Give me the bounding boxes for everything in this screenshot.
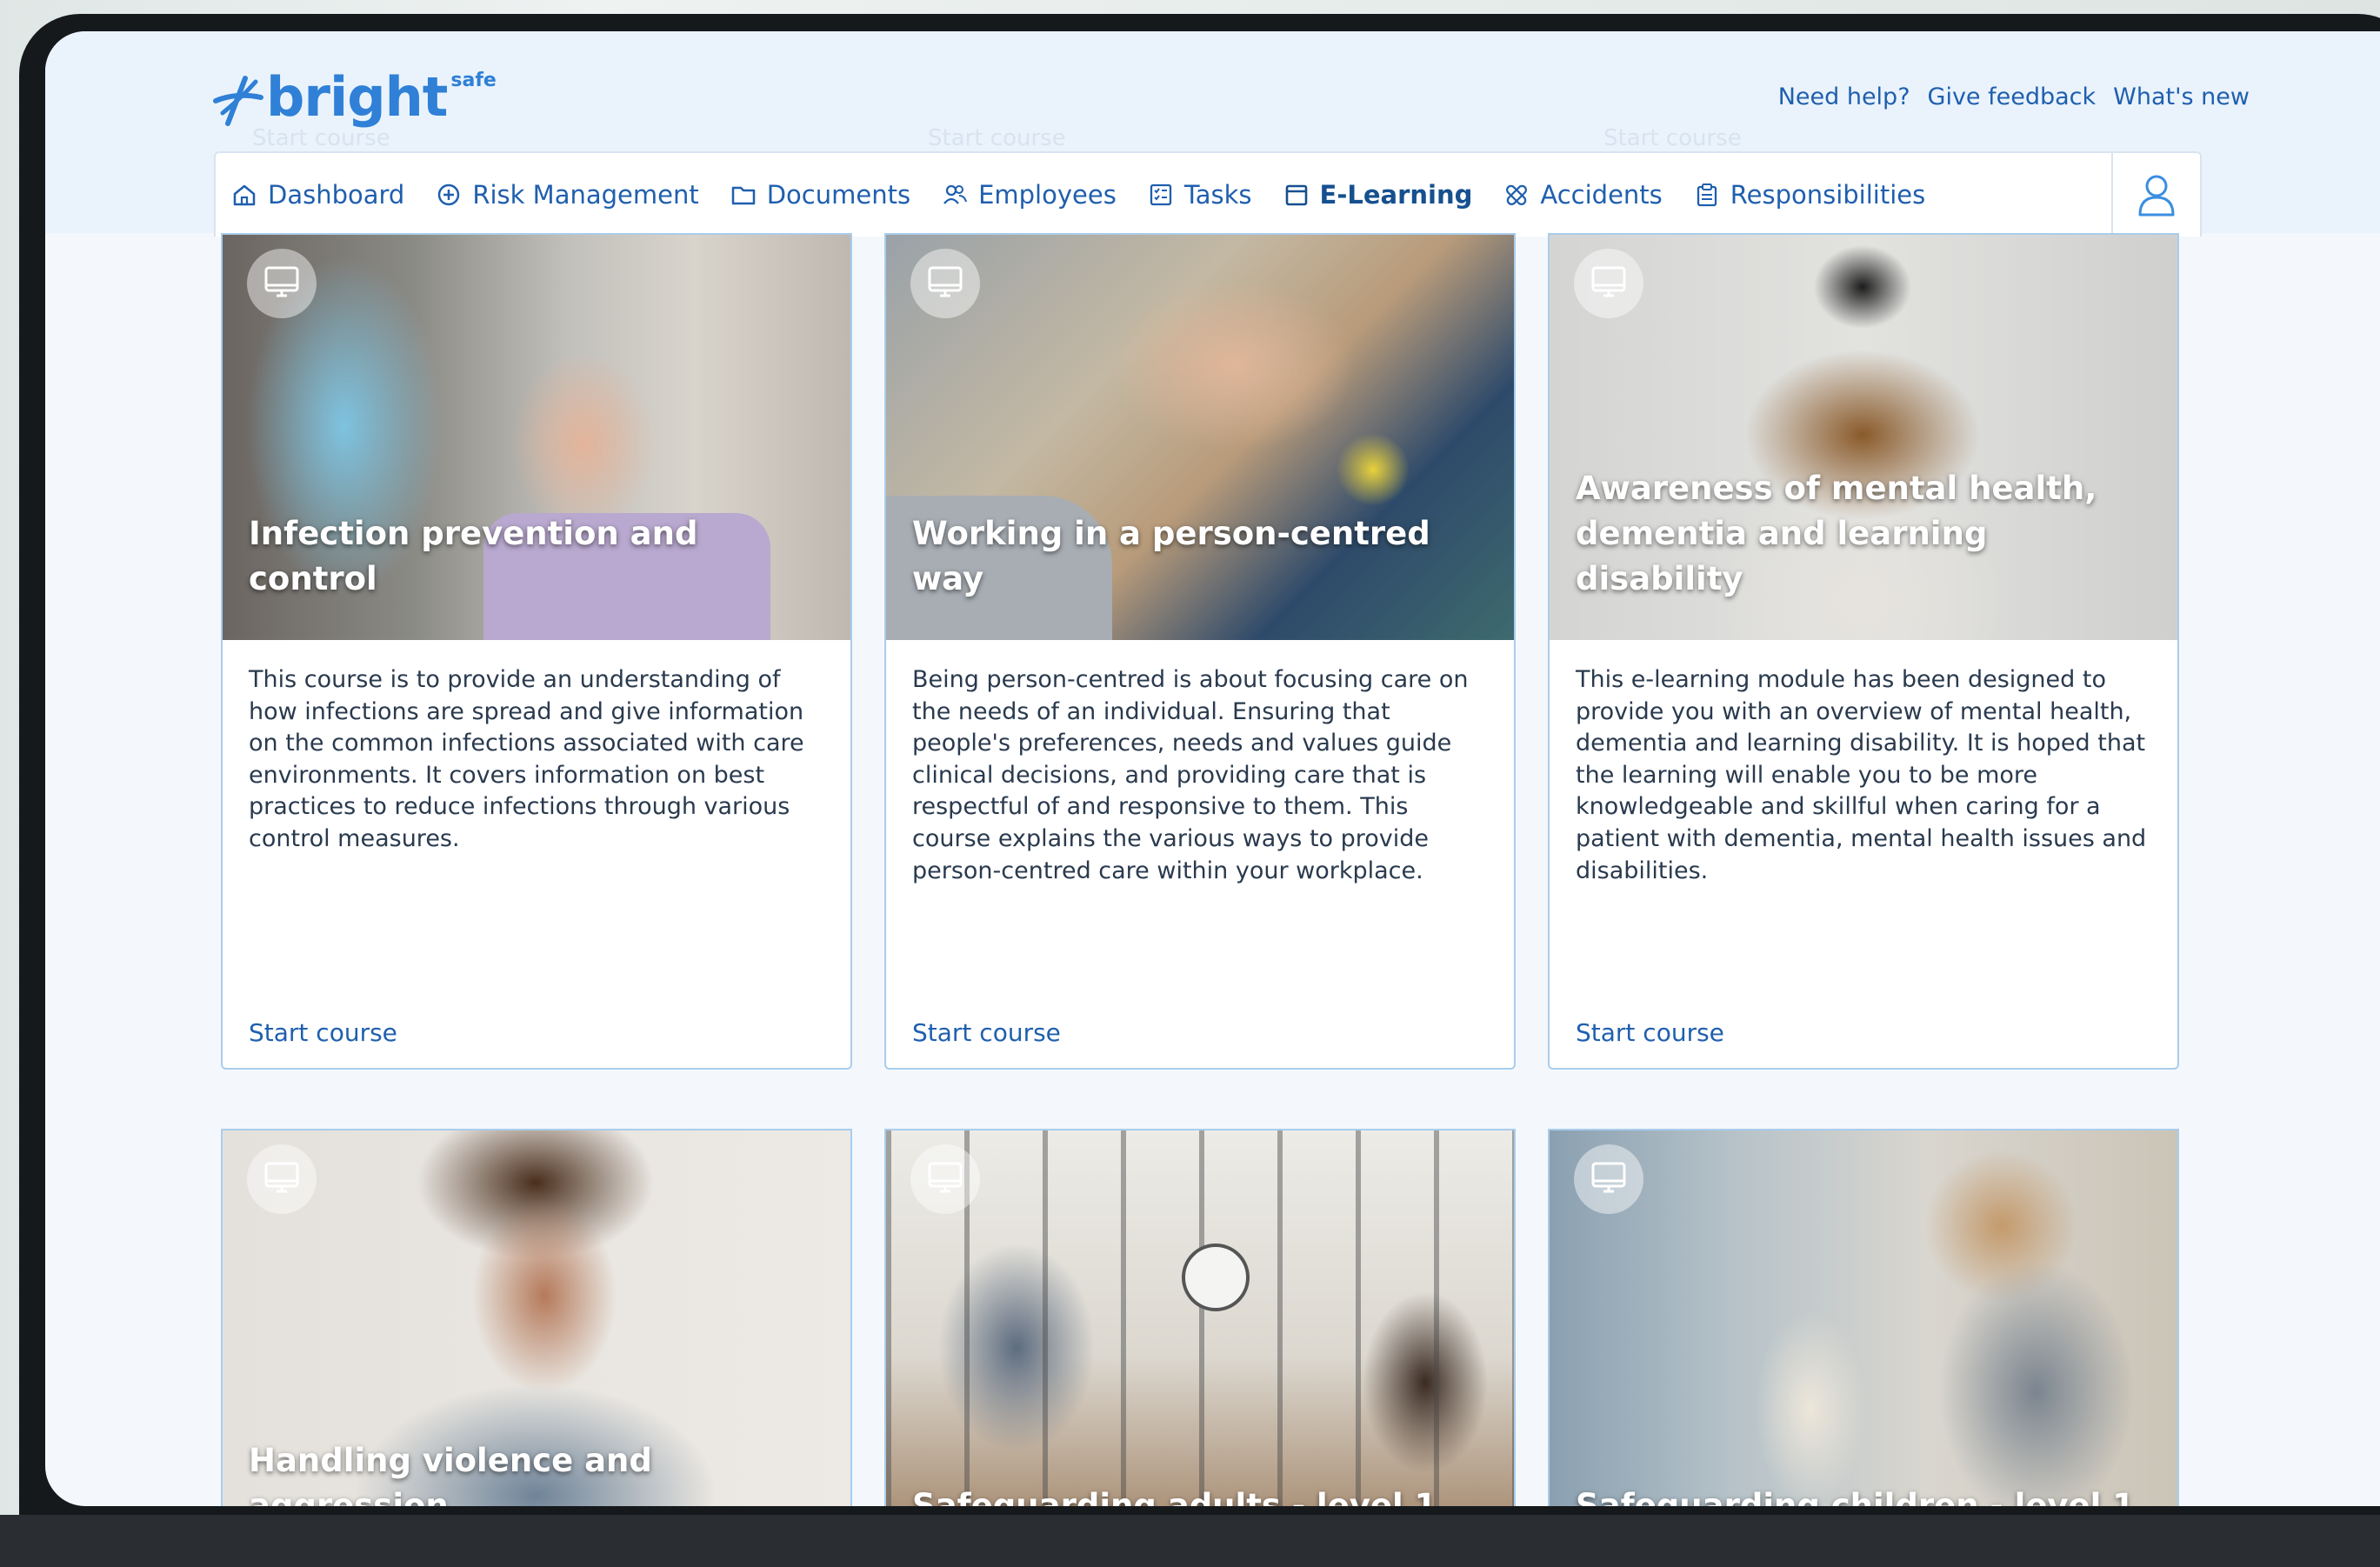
- computer-icon: [928, 1162, 963, 1193]
- nav-item-employees[interactable]: Employees: [926, 153, 1132, 237]
- computer-icon: [264, 1162, 299, 1193]
- course-card[interactable]: Safeguarding children - level 1: [1548, 1129, 2179, 1506]
- give-feedback-link[interactable]: Give feedback: [1928, 83, 2097, 110]
- start-course-link[interactable]: Start course: [1576, 1018, 1724, 1047]
- ghost-label: Start course: [1603, 125, 1742, 151]
- home-icon: [233, 184, 256, 206]
- computer-badge: [247, 1144, 317, 1214]
- computer-badge: [1574, 249, 1643, 318]
- nav-label: Employees: [978, 180, 1117, 210]
- computer-badge: [247, 249, 317, 318]
- course-card[interactable]: Safeguarding adults - level 1: [884, 1129, 1516, 1506]
- brand-name: bright: [266, 65, 448, 129]
- nav-item-documents[interactable]: Documents: [715, 153, 926, 237]
- nav-label: Tasks: [1183, 180, 1252, 210]
- nav-item-dashboard[interactable]: Dashboard: [216, 153, 420, 237]
- course-image-infection-prevention: Infection prevention and control: [223, 235, 850, 640]
- course-image-person-centred: Working in a person-centred way: [886, 235, 1514, 640]
- nav-item-e-learning[interactable]: E-Learning: [1267, 153, 1489, 238]
- course-title: Awareness of mental health, dementia and…: [1576, 470, 2097, 597]
- course-description: Being person-centred is about focusing c…: [912, 666, 1469, 884]
- course-card[interactable]: Handling violence and aggression: [221, 1129, 852, 1506]
- top-links: Need help? Give feedback What's new: [1778, 83, 2250, 110]
- nav-label: Responsibilities: [1730, 180, 1926, 210]
- brand-superscript: safe: [450, 70, 497, 91]
- computer-icon: [1591, 1162, 1626, 1193]
- course-image-mental-health: Awareness of mental health, dementia and…: [1550, 235, 2177, 640]
- course-card[interactable]: Infection prevention and control This co…: [221, 233, 852, 1070]
- course-description: This course is to provide an understandi…: [249, 666, 804, 852]
- start-course-link[interactable]: Start course: [249, 1018, 397, 1047]
- nav-label: Documents: [766, 180, 911, 210]
- computer-icon: [264, 266, 299, 297]
- people-icon: [943, 184, 968, 204]
- calendar-book-icon: [1285, 184, 1307, 206]
- wall-clock: [1182, 1244, 1250, 1311]
- nav-label: Dashboard: [268, 180, 405, 210]
- course-title: Safeguarding children - level 1: [1576, 1487, 2135, 1506]
- nav-item-responsibilities[interactable]: Responsibilities: [1678, 153, 1941, 237]
- clipboard-icon: [1697, 183, 1717, 207]
- course-title: Safeguarding adults - level 1: [912, 1487, 1437, 1506]
- user-icon: [2138, 175, 2175, 217]
- bright-logo-icon: [213, 76, 263, 126]
- course-image-safeguarding-children: Safeguarding children - level 1: [1550, 1130, 2177, 1506]
- computer-icon: [928, 266, 963, 297]
- nav-item-accidents[interactable]: Accidents: [1488, 153, 1677, 237]
- plus-circle-icon: [438, 183, 460, 206]
- course-title: Handling violence and aggression: [249, 1442, 652, 1506]
- whats-new-link[interactable]: What's new: [2113, 83, 2250, 110]
- device-bezel-bottom: [0, 1515, 2380, 1567]
- course-title: Working in a person-centred way: [912, 515, 1430, 597]
- header: Start course Start course Start course b…: [45, 31, 2380, 238]
- computer-badge: [910, 1144, 980, 1214]
- course-description: This e-learning module has been designed…: [1576, 666, 2147, 884]
- computer-badge: [1574, 1144, 1643, 1214]
- ghost-label: Start course: [928, 125, 1066, 151]
- nav-label: Accidents: [1540, 180, 1663, 210]
- checklist-icon: [1150, 183, 1171, 206]
- brand-logo[interactable]: bright safe: [210, 63, 497, 132]
- app-screen: Start course Start course Start course b…: [45, 31, 2380, 1506]
- computer-icon: [1591, 266, 1626, 297]
- start-course-link[interactable]: Start course: [912, 1018, 1061, 1047]
- nav-item-risk-management[interactable]: Risk Management: [420, 153, 714, 237]
- course-card[interactable]: Awareness of mental health, dementia and…: [1548, 233, 2179, 1070]
- nav-label: E-Learning: [1319, 180, 1473, 210]
- nav-label: Risk Management: [472, 180, 699, 210]
- course-title: Infection prevention and control: [249, 515, 698, 597]
- user-menu-button[interactable]: [2111, 153, 2200, 237]
- need-help-link[interactable]: Need help?: [1778, 83, 1910, 110]
- nav-item-tasks[interactable]: Tasks: [1132, 153, 1268, 237]
- course-image-violence-aggression: Handling violence and aggression: [223, 1130, 850, 1506]
- main-nav: Dashboard Risk Management Documents Empl…: [214, 151, 2202, 238]
- course-card[interactable]: Working in a person-centred way Being pe…: [884, 233, 1516, 1070]
- folder-icon: [731, 186, 755, 205]
- bandage-icon: [1506, 184, 1528, 205]
- computer-badge: [910, 249, 980, 318]
- course-image-safeguarding-adults: Safeguarding adults - level 1: [886, 1130, 1514, 1506]
